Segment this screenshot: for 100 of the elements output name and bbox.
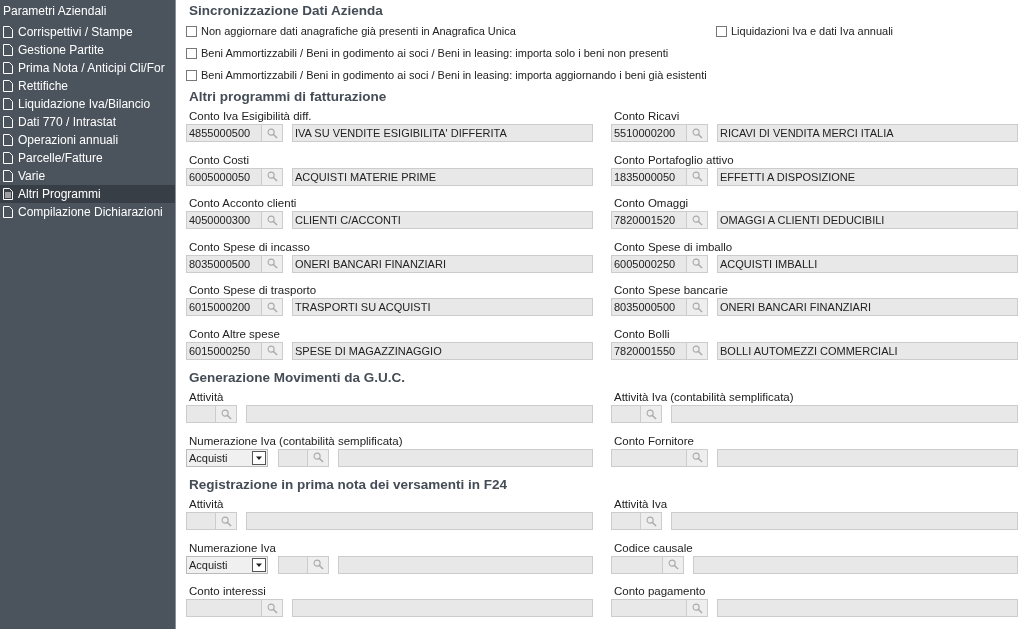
sidebar-item[interactable]: Parcelle/Fatture (0, 149, 175, 167)
search-icon (266, 258, 278, 269)
field-label: Conto Fornitore (613, 433, 695, 448)
dropdown[interactable]: Acquisti (186, 448, 268, 467)
description-field[interactable] (671, 512, 1018, 530)
document-icon (3, 116, 13, 128)
checkbox-option[interactable]: Liquidazioni Iva e dati Iva annuali (716, 25, 894, 37)
code-field[interactable] (278, 555, 308, 574)
description-field[interactable]: SPESE DI MAGAZZINAGGIO (292, 341, 593, 360)
checkbox-option[interactable]: Non aggiornare dati anagrafiche già presenti in Anagrafica Unica (186, 25, 716, 37)
code-field[interactable]: 6015000200 (186, 298, 262, 316)
field-label: Conto Bolli (613, 326, 671, 341)
sidebar-item[interactable]: Operazioni annuali (0, 131, 175, 149)
description-field[interactable]: BOLLI AUTOMEZZI COMMERCIALI (717, 341, 1018, 360)
sidebar-item[interactable]: Rettifiche (0, 77, 175, 95)
code-field[interactable]: 7820001550 (611, 341, 687, 360)
search-button[interactable] (262, 298, 283, 316)
document-icon (3, 152, 13, 164)
dropdown[interactable]: Acquisti (186, 555, 268, 574)
field-label: Conto Spese di trasporto (188, 283, 318, 297)
description-field[interactable]: OMAGGI A CLIENTI DEDUCIBILI (717, 211, 1018, 229)
description-field[interactable] (338, 448, 593, 467)
sidebar-item[interactable]: Corrispettivi / Stampe (0, 23, 175, 41)
search-button[interactable] (262, 599, 283, 617)
search-button[interactable] (216, 405, 237, 423)
code-field[interactable]: 8035000500 (611, 298, 687, 316)
description-field[interactable]: ACQUISTI MATERIE PRIME (292, 167, 593, 186)
description-field[interactable]: EFFETTI A DISPOSIZIONE (717, 167, 1018, 186)
checkbox[interactable] (716, 25, 727, 37)
search-button[interactable] (687, 211, 708, 229)
description-field[interactable]: RICAVI DI VENDITA MERCI ITALIA (717, 124, 1018, 142)
checkbox-option[interactable]: Beni Ammortizzabili / Beni in godimento ai soci / Beni in leasing: importa aggiornando i beni già esistenti (186, 69, 716, 81)
search-button[interactable] (641, 405, 662, 423)
code-field[interactable] (186, 599, 262, 617)
code-field[interactable]: 4855000500 (186, 124, 262, 142)
checkbox[interactable] (186, 69, 197, 81)
search-button[interactable] (308, 555, 329, 574)
search-button[interactable] (641, 512, 662, 530)
description-field[interactable] (671, 405, 1018, 423)
code-field[interactable]: 6005000050 (186, 167, 262, 186)
code-field[interactable] (186, 405, 216, 423)
search-button[interactable] (216, 512, 237, 530)
section-title: Altri programmi di fatturazione (188, 88, 388, 106)
description-field[interactable]: ACQUISTI IMBALLI (717, 254, 1018, 273)
field-label: Conto Iva Esigibilità diff. (188, 109, 313, 123)
code-field[interactable]: 8035000500 (186, 254, 262, 273)
code-field[interactable]: 5510000200 (611, 124, 687, 142)
search-button[interactable] (687, 298, 708, 316)
code-field[interactable] (611, 512, 641, 530)
field-label: Numerazione Iva (contabilità semplificata) (188, 433, 404, 448)
document-icon (3, 80, 13, 92)
search-icon (645, 515, 657, 527)
search-button[interactable] (687, 254, 708, 273)
code-field[interactable] (186, 512, 216, 530)
search-button[interactable] (308, 448, 329, 467)
sidebar-item[interactable]: Gestione Partite (0, 41, 175, 59)
description-field[interactable]: CLIENTI C/ACCONTI (292, 211, 593, 229)
description-field[interactable] (717, 448, 1018, 467)
sidebar-item[interactable]: Compilazione Dichiarazioni (0, 203, 175, 221)
search-button[interactable] (687, 599, 708, 617)
search-button[interactable] (687, 448, 708, 467)
code-field[interactable]: 6015000250 (186, 341, 262, 360)
code-field[interactable] (611, 448, 687, 467)
checkbox[interactable] (186, 47, 197, 59)
code-field[interactable]: 7820001520 (611, 211, 687, 229)
description-field[interactable] (717, 599, 1018, 617)
code-field[interactable]: 4050000300 (186, 211, 262, 229)
search-button[interactable] (262, 167, 283, 186)
search-button[interactable] (663, 555, 684, 574)
description-field[interactable] (693, 555, 1018, 574)
sidebar-item[interactable]: Altri Programmi (0, 185, 175, 203)
search-icon (691, 214, 703, 226)
description-field[interactable] (338, 555, 593, 574)
sidebar-item[interactable]: Dati 770 / Intrastat (0, 113, 175, 131)
code-field[interactable] (611, 599, 687, 617)
search-button[interactable] (687, 124, 708, 142)
field-label: Conto Ricavi (613, 109, 681, 123)
search-button[interactable] (262, 124, 283, 142)
code-field[interactable] (278, 448, 308, 467)
description-field[interactable] (292, 599, 593, 617)
sidebar-item[interactable]: Varie (0, 167, 175, 185)
description-field[interactable]: TRASPORTI SU ACQUISTI (292, 298, 593, 316)
sidebar-item[interactable]: Liquidazione Iva/Bilancio (0, 95, 175, 113)
description-field[interactable]: ONERI BANCARI FINANZIARI (717, 298, 1018, 316)
checkbox[interactable] (186, 25, 197, 37)
code-field[interactable] (611, 555, 663, 574)
search-button[interactable] (687, 341, 708, 360)
search-button[interactable] (262, 341, 283, 360)
description-field[interactable]: IVA SU VENDITE ESIGIBILITA' DIFFERITA (292, 124, 593, 142)
description-field[interactable] (246, 512, 593, 530)
description-field[interactable]: ONERI BANCARI FINANZIARI (292, 254, 593, 273)
code-field[interactable]: 6005000250 (611, 254, 687, 273)
code-field[interactable]: 1835000050 (611, 167, 687, 186)
search-button[interactable] (262, 254, 283, 273)
code-field[interactable] (611, 405, 641, 423)
sidebar-item[interactable]: Prima Nota / Anticipi Cli/For (0, 59, 175, 77)
checkbox-option[interactable]: Beni Ammortizzabili / Beni in godimento ai soci / Beni in leasing: importa solo i beni non presenti (186, 47, 716, 59)
search-button[interactable] (262, 211, 283, 229)
search-button[interactable] (687, 167, 708, 186)
description-field[interactable] (246, 405, 593, 423)
